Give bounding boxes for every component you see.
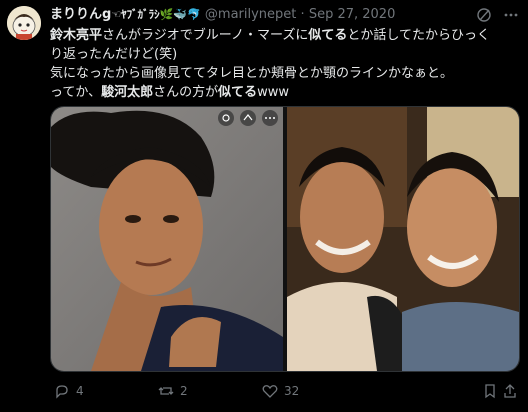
- share-icon: [504, 384, 516, 398]
- tweet-actions: 4 2 32: [50, 380, 520, 402]
- highlight-name-1: 鈴木亮平: [50, 28, 103, 43]
- like-button[interactable]: 32: [262, 380, 299, 402]
- retweet-button[interactable]: 2: [158, 380, 188, 402]
- highlight-word-2: 似てる: [218, 85, 258, 100]
- tweet-media[interactable]: [50, 106, 520, 372]
- visual-search-icon[interactable]: [218, 110, 234, 126]
- tweet-date[interactable]: Sep 27, 2020: [309, 7, 396, 22]
- tweet-header: まりりんg☜ﾔﾌﾞｶﾞﾗｼ🌿🐳🐬 @marilynepet · Sep 27, …: [50, 6, 520, 24]
- reply-icon: [56, 385, 68, 399]
- grok-icon[interactable]: [477, 8, 491, 22]
- header-separator: ·: [300, 7, 305, 22]
- header-icons: [476, 6, 520, 24]
- retweet-icon: [158, 387, 174, 395]
- share-media-icon[interactable]: [240, 110, 256, 126]
- photo-right[interactable]: [287, 107, 519, 371]
- photo-left[interactable]: [51, 107, 283, 371]
- media-overlay-icons: [217, 109, 281, 127]
- text-segment: とか話してたからひっく: [347, 28, 490, 43]
- reply-button[interactable]: 4: [54, 380, 84, 402]
- reply-count: 4: [76, 384, 84, 398]
- display-name-emojis[interactable]: ☜ﾔﾌﾞｶﾞﾗｼ🌿🐳🐬: [111, 8, 200, 21]
- more-icon[interactable]: [504, 13, 518, 17]
- bookmark-icon: [485, 384, 495, 399]
- user-handle[interactable]: @marilynepet: [205, 7, 296, 22]
- tweet-text-line-2: り返ったんだけど(笑): [50, 47, 178, 62]
- highlight-name-2: 駿河太郎: [101, 85, 154, 100]
- like-count: 32: [284, 384, 300, 398]
- retweet-count: 2: [180, 384, 188, 398]
- media-more-icon[interactable]: [262, 110, 278, 126]
- text-segment: www: [257, 85, 290, 100]
- share-button[interactable]: [502, 380, 524, 402]
- highlight-word-1: 似てる: [308, 28, 348, 43]
- like-icon: [262, 385, 278, 398]
- tweet[interactable]: まりりんg☜ﾔﾌﾞｶﾞﾗｼ🌿🐳🐬 @marilynepet · Sep 27, …: [0, 0, 528, 412]
- tweet-text-line-4: ってか、駿河太郎さんの方が似てるwww: [50, 83, 522, 102]
- tweet-text-line-3: 気になったから画像見ててタレ目とか頬骨とか顎のラインかなぁと。: [50, 66, 454, 81]
- display-name[interactable]: まりりんg: [50, 7, 111, 22]
- bookmark-button[interactable]: [482, 380, 504, 402]
- text-segment: さんがラジオでブルーノ・マーズに: [102, 28, 309, 43]
- avatar[interactable]: [7, 6, 41, 40]
- tweet-text: 鈴木亮平さんがラジオでブルーノ・マーズに似てるとか話してたからひっく り返ったん…: [50, 26, 522, 102]
- text-segment: ってか、: [50, 85, 102, 100]
- avatar-illustration: [7, 6, 41, 40]
- text-segment: さんの方が: [153, 85, 219, 100]
- tweet-text-line-1: 鈴木亮平さんがラジオでブルーノ・マーズに似てるとか話してたからひっく: [50, 26, 522, 45]
